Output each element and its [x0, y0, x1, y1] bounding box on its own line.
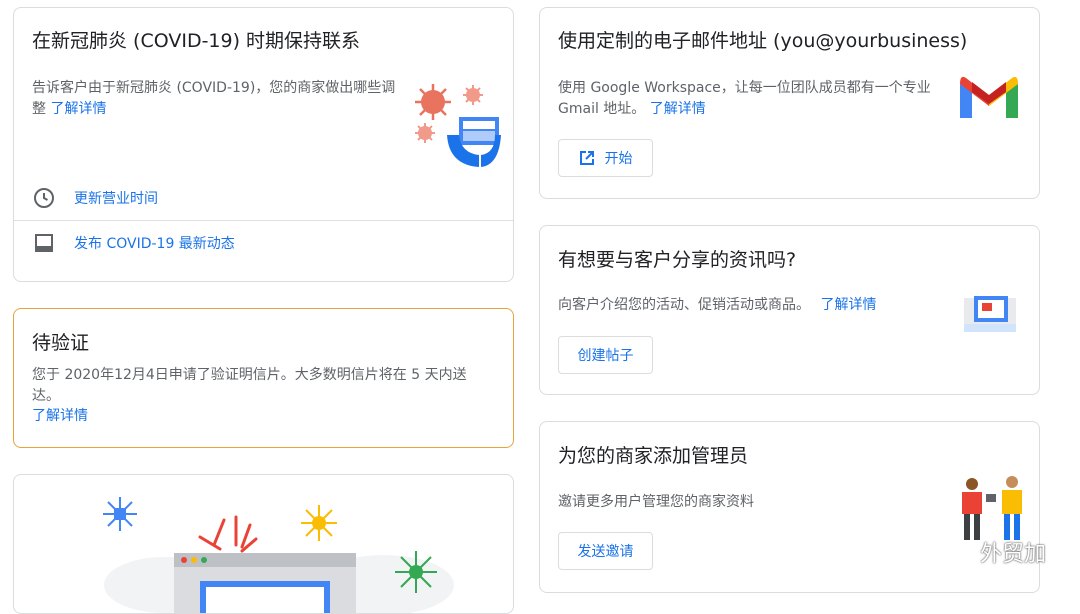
pending-desc: 您于 2020年12月4日申请了验证明信片。大多数明信片将在 5 天内送达。	[32, 367, 467, 404]
post-icon	[35, 234, 53, 252]
create-post-label: 创建帖子	[577, 348, 634, 364]
custom-email-title: 使用定制的电子邮件地址 (you@yourbusiness)	[558, 30, 968, 52]
pending-verification-card: 待验证 您于 2020年12月4日申请了验证明信片。大多数明信片将在 5 天内送…	[13, 308, 514, 448]
share-info-card: 有想要与客户分享的资讯吗? 向客户介绍您的活动、促销活动或商品。 了解详情 创建…	[539, 225, 1040, 395]
add-admin-title: 为您的商家添加管理员	[558, 445, 749, 467]
share-info-desc-text: 向客户介绍您的活动、促销活动或商品。	[558, 297, 810, 313]
update-hours-row[interactable]: 更新营业时间	[14, 176, 513, 220]
custom-email-card: 使用定制的电子邮件地址 (you@yourbusiness) 使用 Google…	[539, 7, 1040, 199]
clock-icon	[34, 188, 54, 208]
gmail-logo-icon	[960, 76, 1018, 118]
update-hours-label: 更新营业时间	[74, 191, 158, 207]
post-illustration-icon	[964, 296, 1016, 332]
covid-illustration	[415, 84, 501, 167]
launch-illustration	[103, 497, 454, 613]
wechat-icon	[943, 539, 974, 563]
start-button[interactable]: 开始	[558, 139, 653, 177]
share-info-desc: 向客户介绍您的活动、促销活动或商品。 了解详情	[558, 295, 938, 316]
covid-card: 在新冠肺炎 (COVID-19) 时期保持联系 告诉客户由于新冠肺炎 (COVI…	[13, 7, 514, 282]
start-button-label: 开始	[604, 151, 633, 167]
post-covid-update-label: 发布 COVID-19 最新动态	[74, 236, 235, 252]
send-invite-label: 发送邀请	[577, 544, 634, 560]
post-covid-update-row[interactable]: 发布 COVID-19 最新动态	[14, 221, 513, 265]
illustration-card	[13, 474, 514, 614]
share-info-title: 有想要与客户分享的资讯吗?	[558, 249, 797, 271]
covid-card-title: 在新冠肺炎 (COVID-19) 时期保持联系	[32, 30, 361, 52]
share-info-learn-more-link[interactable]: 了解详情	[820, 297, 876, 313]
add-admin-desc: 邀请更多用户管理您的商家资料	[558, 494, 754, 510]
pending-learn-more-link[interactable]: 了解详情	[32, 406, 88, 427]
custom-email-desc: 使用 Google Workspace，让每一位团队成员都有一个专业 Gmail…	[558, 78, 943, 120]
people-illustration-icon	[962, 476, 1022, 540]
open-in-new-icon	[579, 151, 594, 165]
covid-card-desc: 告诉客户由于新冠肺炎 (COVID-19)，您的商家做出哪些调整 了解详情	[32, 78, 402, 120]
custom-email-desc-text: 使用 Google Workspace，让每一位团队成员都有一个专业 Gmail…	[558, 80, 931, 117]
send-invite-button[interactable]: 发送邀请	[558, 532, 653, 570]
virus-icon	[415, 84, 451, 120]
covid-learn-more-link[interactable]: 了解详情	[50, 101, 106, 117]
watermark: 外贸加	[943, 536, 1046, 568]
pending-title: 待验证	[32, 332, 90, 354]
create-post-button[interactable]: 创建帖子	[558, 336, 653, 374]
watermark-text: 外贸加	[979, 542, 1046, 567]
custom-email-learn-more-link[interactable]: 了解详情	[650, 101, 706, 117]
